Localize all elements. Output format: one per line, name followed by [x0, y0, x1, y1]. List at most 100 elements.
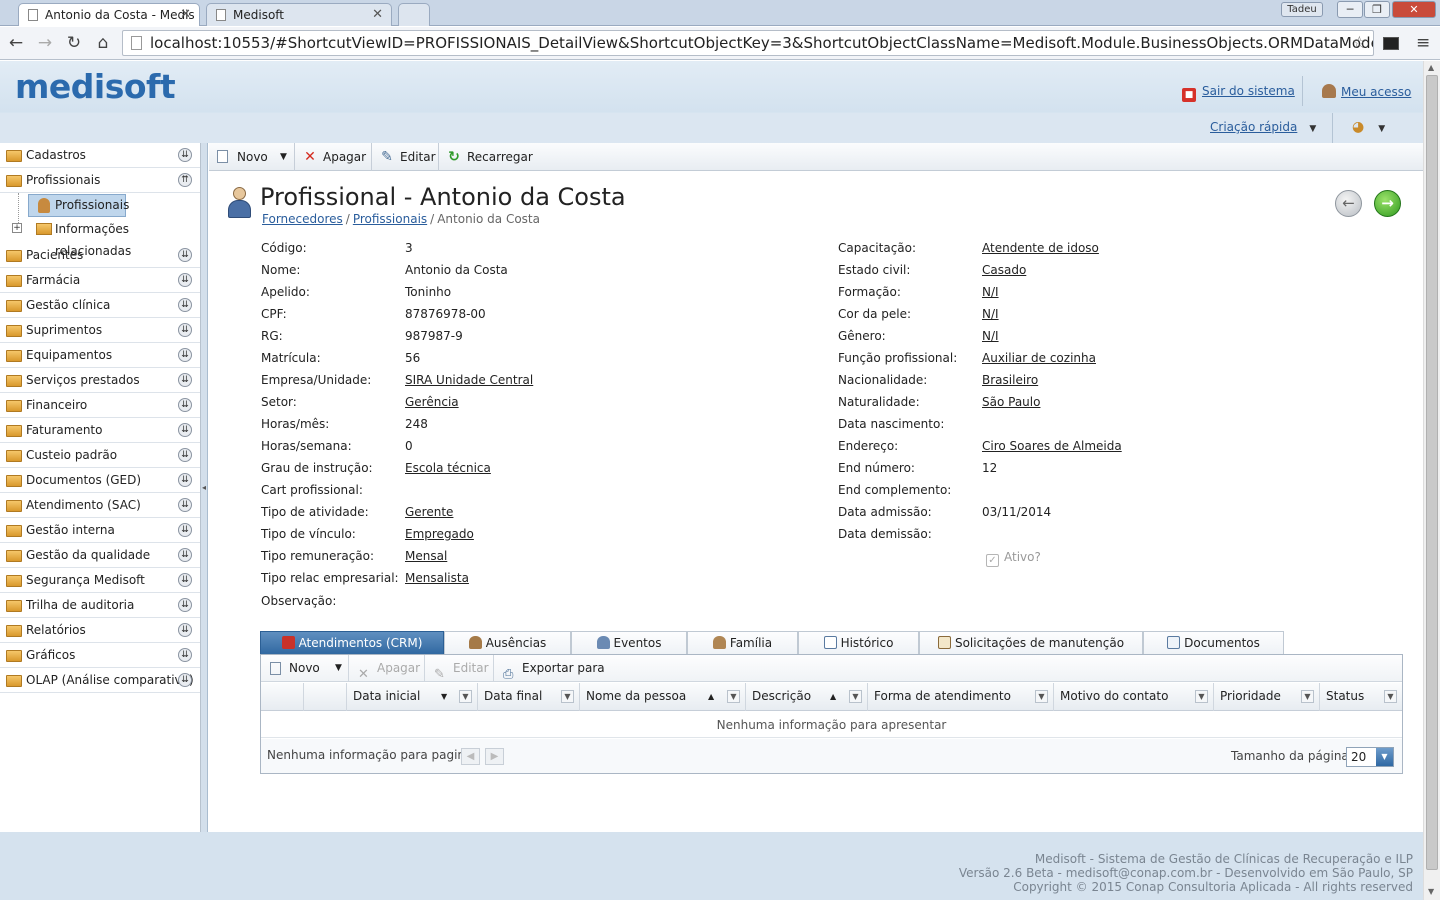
reload-button[interactable]: ↻ Recarregar [439, 143, 539, 171]
collapse-sidebar-icon[interactable]: ◂ [202, 483, 206, 492]
sidebar-item-farmacia[interactable]: Farmácia ⇊ [0, 268, 200, 293]
scroll-down-icon[interactable]: ▼ [1428, 887, 1434, 896]
breadcrumb-profissionais[interactable]: Profissionais [353, 212, 427, 226]
window-close-button[interactable]: ✕ [1392, 1, 1436, 18]
sidebar-item-graficos[interactable]: Gráficos ⇊ [0, 643, 200, 668]
minimize-button[interactable]: ─ [1337, 1, 1363, 18]
reload-icon[interactable]: ↻ [63, 32, 85, 54]
column-motivo-contato[interactable]: Motivo do contato ▼ [1054, 683, 1214, 711]
sidebar-item-cadastros[interactable]: Cadastros ⇊ [0, 143, 200, 168]
browser-tab[interactable]: Medisoft ✕ [206, 3, 392, 26]
field-value[interactable]: Gerente [405, 501, 453, 523]
grid-edit-button[interactable]: ✎ Editar [425, 655, 494, 682]
sidebar-item-custeio-padrao[interactable]: Custeio padrão ⇊ [0, 443, 200, 468]
tab-historico[interactable]: Histórico [798, 631, 919, 655]
sidebar-item-documentos-ged[interactable]: Documentos (GED) ⇊ [0, 468, 200, 493]
previous-record-button[interactable]: ← [1335, 190, 1362, 217]
sidebar-item-servicos-prestados[interactable]: Serviços prestados ⇊ [0, 368, 200, 393]
expand-icon[interactable]: ⇊ [178, 623, 192, 637]
column-forma-atendimento[interactable]: Forma de atendimento ▼ [868, 683, 1054, 711]
collapse-icon[interactable]: ⇈ [178, 173, 192, 187]
sidebar-item-faturamento[interactable]: Faturamento ⇊ [0, 418, 200, 443]
expand-icon[interactable]: ⇊ [178, 648, 192, 662]
next-record-button[interactable]: → [1374, 190, 1401, 217]
tab-documentos[interactable]: Documentos [1143, 631, 1284, 655]
sidebar-subitem-profissionais[interactable]: Profissionais [28, 194, 129, 217]
field-value[interactable]: Escola técnica [405, 457, 491, 479]
field-value[interactable]: Brasileiro [982, 369, 1038, 391]
delete-button[interactable]: ✕ Apagar [295, 143, 372, 171]
expand-icon[interactable]: ⇊ [178, 298, 192, 312]
column-status[interactable]: Status ▼ [1320, 683, 1402, 711]
expand-icon[interactable]: ⇊ [178, 473, 192, 487]
sidebar-item-suprimentos[interactable]: Suprimentos ⇊ [0, 318, 200, 343]
sidebar-item-equipamentos[interactable]: Equipamentos ⇊ [0, 343, 200, 368]
maximize-button[interactable]: ❐ [1364, 1, 1390, 18]
chevron-down-icon[interactable]: ▼ [280, 143, 287, 171]
scroll-up-icon[interactable]: ▲ [1428, 63, 1434, 72]
page-size-select[interactable]: 20 ▼ [1346, 747, 1394, 767]
medisoft-logo[interactable]: medisoft [15, 67, 176, 106]
expand-icon[interactable]: ⇊ [178, 548, 192, 562]
pager-previous-icon[interactable]: ◀ [461, 748, 480, 765]
expand-icon[interactable]: ⇊ [178, 523, 192, 537]
address-bar[interactable]: localhost:10553/#ShortcutViewID=PROFISSI… [122, 30, 1374, 56]
field-value[interactable]: Atendente de idoso [982, 237, 1099, 259]
sidebar-splitter[interactable]: ◂ [201, 143, 208, 832]
back-arrow-icon[interactable]: ← [5, 32, 27, 54]
tab-eventos[interactable]: Eventos [571, 631, 687, 655]
chevron-down-icon[interactable]: ▼ [1376, 748, 1393, 766]
my-access-link[interactable]: Meu acesso [1322, 84, 1411, 99]
sidebar-item-gestao-interna[interactable]: Gestão interna ⇊ [0, 518, 200, 543]
quick-create-dropdown[interactable]: Criação rápida ▼ [1210, 120, 1316, 134]
field-value[interactable]: São Paulo [982, 391, 1040, 413]
sidebar-item-gestao-qualidade[interactable]: Gestão da qualidade ⇊ [0, 543, 200, 568]
sidebar-item-atendimento-sac[interactable]: Atendimento (SAC) ⇊ [0, 493, 200, 518]
expand-plus-icon[interactable]: + [12, 223, 22, 233]
grid-export-button[interactable]: ⎙ Exportar para [494, 655, 614, 682]
grid-new-button[interactable]: Novo ▼ [261, 655, 349, 682]
close-tab-icon[interactable]: ✕ [180, 7, 191, 22]
field-value[interactable]: Auxiliar de cozinha [982, 347, 1096, 369]
tab-ausencias[interactable]: Ausências [444, 631, 571, 655]
expand-icon[interactable]: ⇊ [178, 598, 192, 612]
sidebar-item-trilha-auditoria[interactable]: Trilha de auditoria ⇊ [0, 593, 200, 618]
select-column-header[interactable] [261, 683, 304, 711]
field-value[interactable]: N/I [982, 281, 999, 303]
terminal-icon[interactable] [1383, 37, 1399, 50]
filter-icon[interactable]: ▼ [1195, 690, 1208, 703]
expand-icon[interactable]: ⇊ [178, 273, 192, 287]
sidebar-item-relatorios[interactable]: Relatórios ⇊ [0, 618, 200, 643]
column-nome-pessoa[interactable]: Nome da pessoa ▲ ▼ [580, 683, 746, 711]
home-icon[interactable]: ⌂ [92, 32, 114, 54]
tab-familia[interactable]: Família [687, 631, 798, 655]
expand-icon[interactable]: ⇊ [178, 398, 192, 412]
new-tab-button[interactable] [398, 3, 430, 26]
logout-link[interactable]: ■ Sair do sistema [1182, 84, 1295, 102]
expand-icon[interactable]: ⇊ [178, 423, 192, 437]
close-tab-icon[interactable]: ✕ [372, 7, 383, 22]
sidebar-item-financeiro[interactable]: Financeiro ⇊ [0, 393, 200, 418]
filter-icon[interactable]: ▼ [459, 690, 472, 703]
new-button[interactable]: Novo ▼ [209, 143, 295, 171]
menu-icon[interactable]: ≡ [1416, 33, 1430, 53]
active-checkbox[interactable]: ✓ Ativo? [986, 550, 1041, 567]
expand-icon[interactable]: ⇊ [178, 348, 192, 362]
column-prioridade[interactable]: Prioridade ▼ [1214, 683, 1320, 711]
sidebar-item-pacientes[interactable]: Pacientes ⇊ [0, 243, 200, 268]
field-value[interactable]: Casado [982, 259, 1026, 281]
sidebar-item-gestao-clinica[interactable]: Gestão clínica ⇊ [0, 293, 200, 318]
expand-icon[interactable]: ⇊ [178, 673, 192, 687]
field-value[interactable]: Mensalista [405, 567, 469, 589]
theme-palette-dropdown[interactable]: ◕ ▼ [1352, 119, 1385, 135]
vertical-scrollbar[interactable]: ▲ ▼ [1423, 61, 1440, 900]
scrollbar-thumb[interactable] [1426, 75, 1438, 870]
column-data-inicial[interactable]: Data inicial ▼ ▼ [347, 683, 478, 711]
field-value[interactable]: Mensal [405, 545, 447, 567]
field-value[interactable]: SIRA Unidade Central [405, 369, 533, 391]
browser-tab-active[interactable]: Antonio da Costa - Medis­ ✕ [18, 3, 200, 26]
pager-next-icon[interactable]: ▶ [485, 748, 504, 765]
column-data-final[interactable]: Data final ▼ [478, 683, 580, 711]
filter-icon[interactable]: ▼ [727, 690, 740, 703]
expand-icon[interactable]: ⇊ [178, 573, 192, 587]
